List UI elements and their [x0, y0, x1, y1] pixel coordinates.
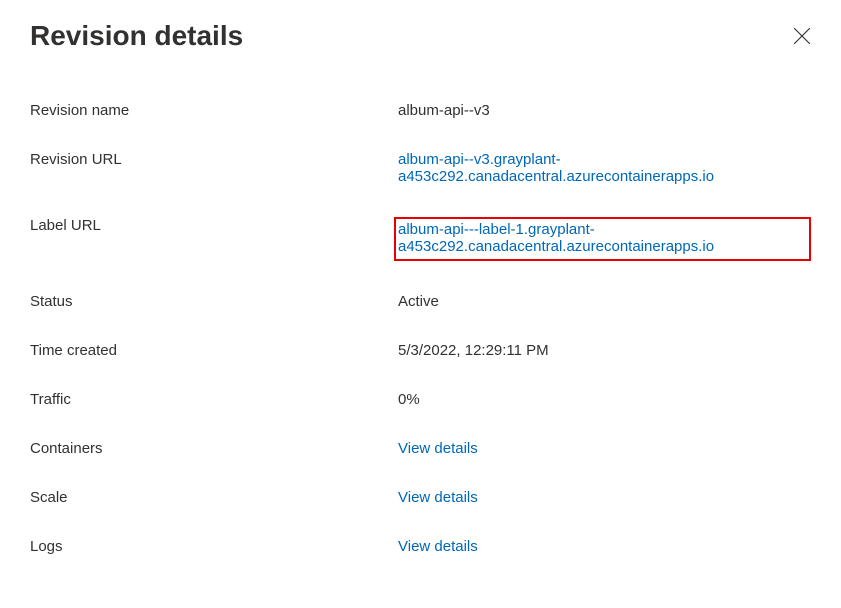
link-scale-view-details[interactable]: View details	[398, 489, 478, 506]
value-traffic: 0%	[398, 391, 811, 408]
label-label-url: Label URL	[30, 217, 398, 234]
row-status: Status Active	[30, 293, 811, 310]
row-label-url: Label URL album-api---label-1.grayplant-…	[30, 217, 811, 261]
label-status: Status	[30, 293, 398, 310]
value-time-created: 5/3/2022, 12:29:11 PM	[398, 342, 811, 359]
label-time-created: Time created	[30, 342, 398, 359]
label-traffic: Traffic	[30, 391, 398, 408]
close-icon[interactable]	[793, 27, 811, 45]
label-containers: Containers	[30, 440, 398, 457]
highlight-label-url: album-api---label-1.grayplant-a453c292.c…	[394, 217, 811, 261]
label-logs: Logs	[30, 538, 398, 555]
row-time-created: Time created 5/3/2022, 12:29:11 PM	[30, 342, 811, 359]
row-logs: Logs View details	[30, 538, 811, 555]
value-status: Active	[398, 293, 811, 310]
link-containers-view-details[interactable]: View details	[398, 440, 478, 457]
row-containers: Containers View details	[30, 440, 811, 457]
row-traffic: Traffic 0%	[30, 391, 811, 408]
value-revision-name: album-api--v3	[398, 102, 811, 119]
page-title: Revision details	[30, 20, 243, 52]
link-revision-url[interactable]: album-api--v3.grayplant-a453c292.canadac…	[398, 151, 714, 185]
row-scale: Scale View details	[30, 489, 811, 506]
row-revision-url: Revision URL album-api--v3.grayplant-a45…	[30, 151, 811, 185]
link-label-url[interactable]: album-api---label-1.grayplant-a453c292.c…	[398, 221, 714, 255]
label-revision-url: Revision URL	[30, 151, 398, 168]
panel-header: Revision details	[30, 20, 811, 52]
label-scale: Scale	[30, 489, 398, 506]
label-revision-name: Revision name	[30, 102, 398, 119]
row-revision-name: Revision name album-api--v3	[30, 102, 811, 119]
link-logs-view-details[interactable]: View details	[398, 538, 478, 555]
